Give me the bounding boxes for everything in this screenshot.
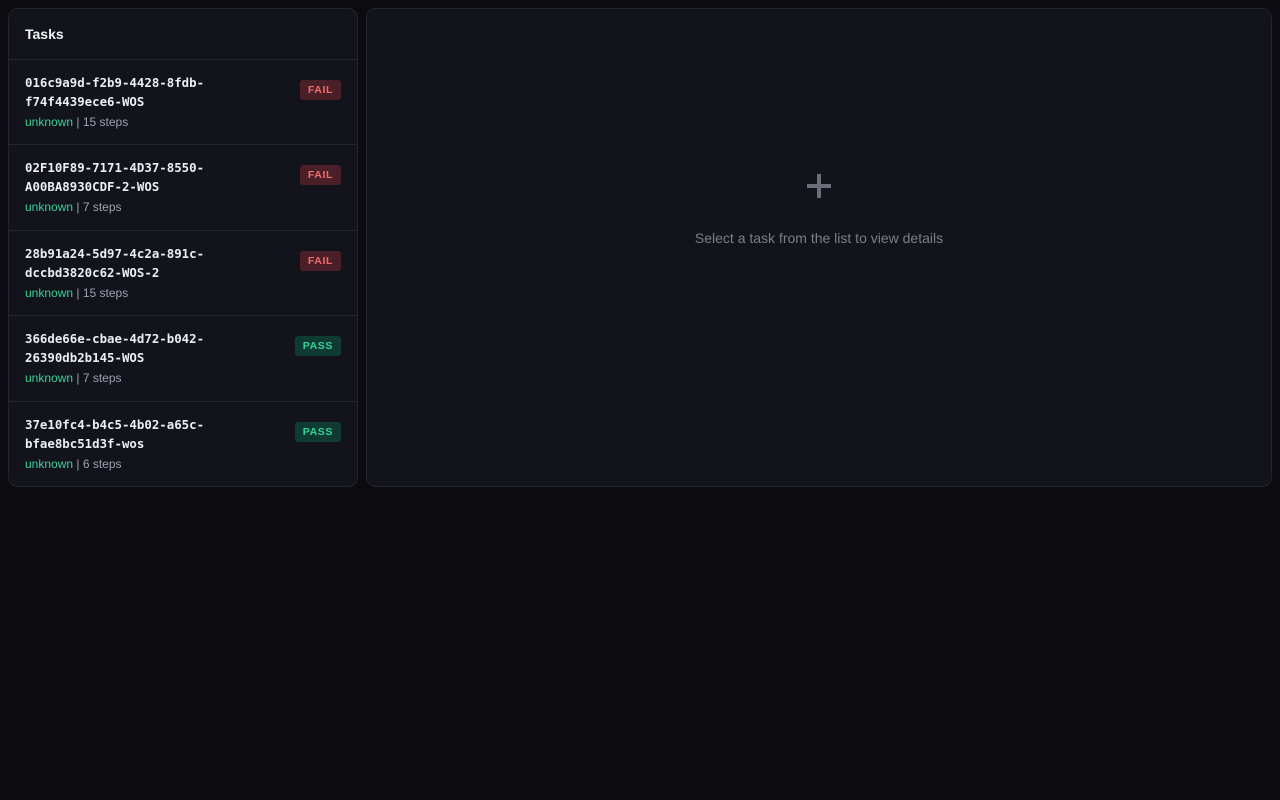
- task-id: 016c9a9d-f2b9-4428-8fdb-f74f4439ece6-WOS: [25, 75, 205, 109]
- status-badge: FAIL: [299, 250, 341, 271]
- task-row[interactable]: 366de66e-cbae-4d72-b042- 26390db2b145-WOS…: [9, 316, 357, 402]
- task-row[interactable]: 28b91a24-5d97-4c2a-891c-dccbd3820c62-WOS…: [9, 231, 357, 317]
- task-steps: 6 steps: [82, 456, 122, 471]
- task-list-panel: Tasks 016c9a9d-f2b9-4428-8fdb-f74f4439ec…: [8, 8, 358, 487]
- task-row[interactable]: 37e10fc4-b4c5-4b02-a65c-bfae8bc51d3f-wos…: [9, 402, 357, 486]
- task-source: unknown: [25, 200, 74, 215]
- task-id: 37e10fc4-b4c5-4b02-a65c-bfae8bc51d3f-wos: [25, 416, 205, 451]
- status-badge: FAIL: [299, 80, 341, 100]
- task-meta: unknown | 7 steps: [25, 371, 122, 386]
- task-detail-panel: Select a task from the list to view deta…: [366, 8, 1272, 487]
- task-meta: unknown | 7 steps: [25, 200, 122, 215]
- task-source: unknown: [25, 115, 74, 129]
- task-row[interactable]: 016c9a9d-f2b9-4428-8fdb-f74f4439ece6-WOS…: [9, 60, 357, 146]
- plus-icon: [807, 174, 831, 198]
- status-badge: PASS: [294, 421, 341, 442]
- task-source: unknown: [25, 456, 74, 471]
- task-id: 28b91a24-5d97-4c2a-891c-dccbd3820c62-WOS…: [25, 245, 205, 280]
- task-list-title: Tasks: [25, 26, 64, 42]
- task-steps: 7 steps: [82, 200, 122, 215]
- task-list-header: Tasks: [9, 9, 357, 60]
- app-root: Tasks 016c9a9d-f2b9-4428-8fdb-f74f4439ec…: [0, 0, 1280, 800]
- status-badge: PASS: [294, 336, 341, 357]
- task-meta: unknown | 15 steps: [25, 115, 129, 129]
- task-id: 02F10F89-7171-4D37-8550- A00BA8930CDF-2-W…: [25, 160, 205, 195]
- task-row[interactable]: 02F10F89-7171-4D37-8550- A00BA8930CDF-2-W…: [9, 145, 357, 231]
- task-steps: 15 steps: [82, 285, 129, 300]
- task-list: 016c9a9d-f2b9-4428-8fdb-f74f4439ece6-WOS…: [9, 60, 357, 486]
- task-steps: 15 steps: [82, 115, 129, 129]
- task-source: unknown: [25, 371, 74, 386]
- task-source: unknown: [25, 285, 74, 300]
- task-meta: unknown | 15 steps: [25, 285, 129, 300]
- empty-state-message: Select a task from the list to view deta…: [694, 230, 944, 246]
- task-meta: unknown | 6 steps: [25, 456, 122, 471]
- task-steps: 7 steps: [82, 371, 122, 386]
- task-id: 366de66e-cbae-4d72-b042- 26390db2b145-WOS: [25, 331, 205, 366]
- empty-state: Select a task from the list to view deta…: [367, 172, 1271, 246]
- status-badge: FAIL: [299, 165, 341, 186]
